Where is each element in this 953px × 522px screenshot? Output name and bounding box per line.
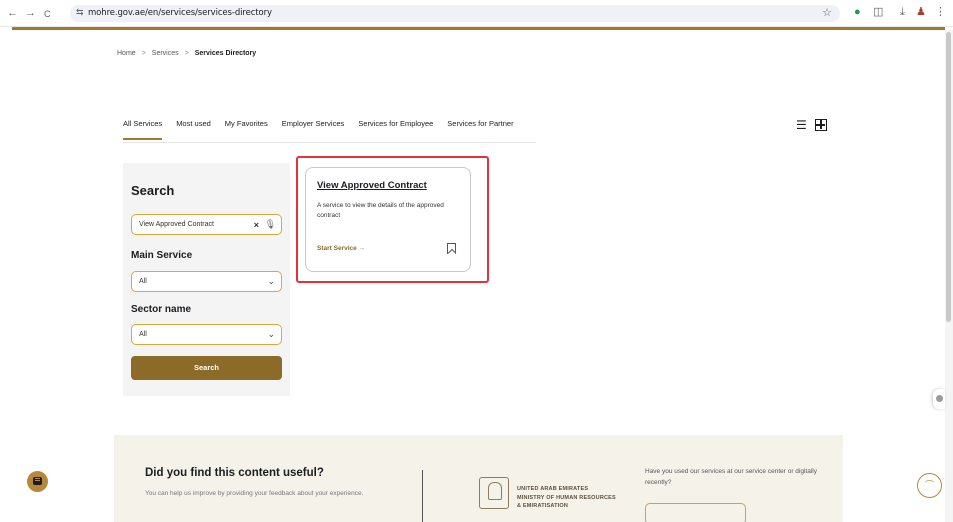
breadcrumb-current: Services Directory xyxy=(194,50,257,57)
url-text[interactable]: mohre.gov.ae/en/services/services-direct… xyxy=(88,8,272,18)
reload-icon[interactable]: C xyxy=(44,8,51,21)
breadcrumb-separator-icon: > xyxy=(141,50,146,57)
scrollbar-thumb[interactable] xyxy=(946,32,951,322)
extensions-puzzle-icon[interactable]: ◫ xyxy=(873,6,883,19)
feedback-subtitle: You can help us improve by providing you… xyxy=(145,490,364,497)
bookmark-icon[interactable] xyxy=(447,243,456,254)
service-usage-question: Have you used our services at our servic… xyxy=(645,468,817,486)
banner-divider xyxy=(422,470,423,522)
main-service-value[interactable]: All xyxy=(139,278,147,285)
feedback-title: Did you find this content useful? xyxy=(145,467,324,479)
search-input[interactable]: View Approved Contract × 🎙︎ xyxy=(131,214,282,235)
start-service-link[interactable]: Start Service → xyxy=(317,245,365,252)
service-tabs: All Services Most used My Favorites Empl… xyxy=(123,119,528,140)
feedback-banner: Did you find this content useful? You ca… xyxy=(114,435,843,522)
site-info-icon[interactable]: ⇆ xyxy=(76,7,84,18)
ministry-line: & EMIRATISATION xyxy=(517,503,569,509)
chevron-down-icon[interactable]: ⌄ xyxy=(267,276,275,287)
accessibility-icon[interactable]: ⌒ xyxy=(917,473,942,498)
chat-icon[interactable] xyxy=(27,471,48,492)
ministry-line: UNITED ARAB EMIRATES xyxy=(517,486,589,492)
tab-my-favorites[interactable]: My Favorites xyxy=(225,119,268,140)
sector-name-select[interactable]: All ⌄ xyxy=(131,324,282,345)
breadcrumb-home[interactable]: Home xyxy=(117,50,136,57)
profile-icon[interactable]: ♟ xyxy=(916,6,926,19)
ministry-name: UNITED ARAB EMIRATES MINISTRY OF HUMAN R… xyxy=(517,485,616,511)
uae-emblem-logo xyxy=(479,477,509,509)
service-card-title[interactable]: View Approved Contract xyxy=(317,180,427,191)
back-icon[interactable]: ← xyxy=(7,7,18,20)
tabs-divider xyxy=(123,142,536,143)
browser-toolbar: ← → C ⇆ mohre.gov.ae/en/services/service… xyxy=(0,0,953,27)
search-input-value[interactable]: View Approved Contract xyxy=(139,221,214,228)
breadcrumb: Home > Services > Services Directory xyxy=(117,50,256,57)
ministry-line: MINISTRY OF HUMAN RESOURCES xyxy=(517,494,616,501)
main-service-select[interactable]: All ⌄ xyxy=(131,271,282,292)
grid-view-icon[interactable] xyxy=(815,119,827,131)
service-card[interactable]: View Approved Contract A service to view… xyxy=(305,167,471,272)
search-panel: Search View Approved Contract × 🎙︎ Main … xyxy=(123,163,290,396)
tab-services-for-employee[interactable]: Services for Employee xyxy=(358,119,433,140)
list-view-icon[interactable]: ☰ xyxy=(796,118,807,132)
tab-all-services[interactable]: All Services xyxy=(123,119,163,140)
tab-services-for-partner[interactable]: Services for Partner xyxy=(447,119,513,140)
sector-name-value[interactable]: All xyxy=(139,331,147,338)
download-icon[interactable]: ⤓ xyxy=(900,6,905,19)
sector-name-label: Sector name xyxy=(131,304,192,315)
header-accent-line xyxy=(12,27,945,30)
forward-icon[interactable]: → xyxy=(25,7,36,20)
search-panel-title: Search xyxy=(131,183,175,198)
chevron-down-icon[interactable]: ⌄ xyxy=(267,329,275,340)
bookmark-star-icon[interactable]: ☆ xyxy=(822,6,832,19)
side-widget-tab[interactable] xyxy=(933,389,945,409)
service-card-description: A service to view the details of the app… xyxy=(317,202,444,219)
breadcrumb-separator-icon: > xyxy=(184,50,189,57)
extension-icon[interactable]: ● xyxy=(854,6,861,19)
microphone-icon[interactable]: 🎙︎ xyxy=(265,219,276,230)
menu-kebab-icon[interactable]: ⋮ xyxy=(935,6,946,19)
breadcrumb-services[interactable]: Services xyxy=(152,50,179,57)
address-bar[interactable]: ⇆ mohre.gov.ae/en/services/services-dire… xyxy=(70,5,840,22)
tab-most-used[interactable]: Most used xyxy=(176,119,211,140)
tab-employer-services[interactable]: Employer Services xyxy=(282,119,345,140)
clear-icon[interactable]: × xyxy=(254,220,259,230)
search-button[interactable]: Search xyxy=(131,356,282,380)
service-usage-button[interactable] xyxy=(645,503,746,522)
main-service-label: Main Service xyxy=(131,250,193,261)
